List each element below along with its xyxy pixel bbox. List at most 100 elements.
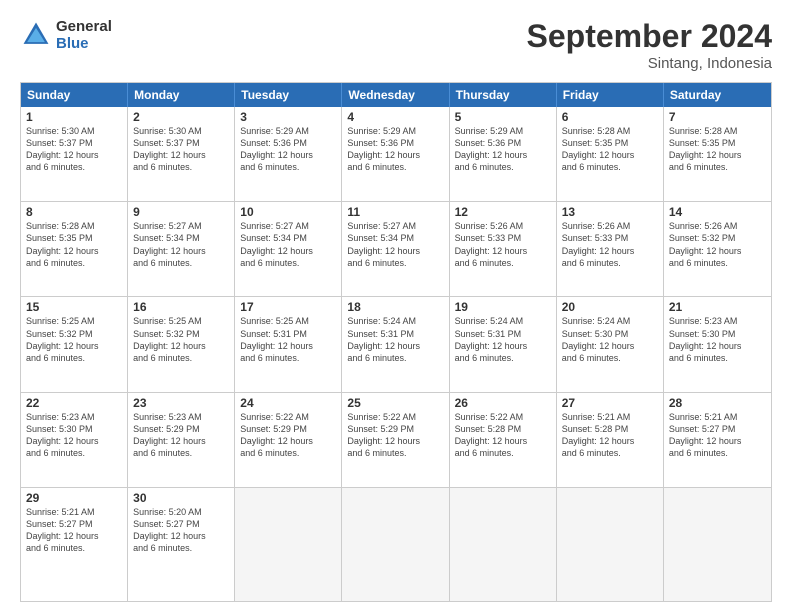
logo-text: General Blue [56, 18, 112, 52]
calendar-cell: 3Sunrise: 5:29 AMSunset: 5:36 PMDaylight… [235, 107, 342, 201]
calendar-cell [235, 488, 342, 601]
day-number: 17 [240, 300, 336, 314]
header-thursday: Thursday [450, 83, 557, 107]
day-info: Sunrise: 5:30 AMSunset: 5:37 PMDaylight:… [133, 125, 229, 174]
day-number: 2 [133, 110, 229, 124]
day-info: Sunrise: 5:22 AMSunset: 5:28 PMDaylight:… [455, 411, 551, 460]
calendar-row-4: 22Sunrise: 5:23 AMSunset: 5:30 PMDayligh… [21, 392, 771, 487]
day-number: 16 [133, 300, 229, 314]
day-number: 14 [669, 205, 766, 219]
calendar-cell: 13Sunrise: 5:26 AMSunset: 5:33 PMDayligh… [557, 202, 664, 296]
day-info: Sunrise: 5:28 AMSunset: 5:35 PMDaylight:… [26, 220, 122, 269]
calendar-cell: 17Sunrise: 5:25 AMSunset: 5:31 PMDayligh… [235, 297, 342, 391]
calendar-cell: 26Sunrise: 5:22 AMSunset: 5:28 PMDayligh… [450, 393, 557, 487]
day-info: Sunrise: 5:21 AMSunset: 5:27 PMDaylight:… [26, 506, 122, 555]
header-sunday: Sunday [21, 83, 128, 107]
header-wednesday: Wednesday [342, 83, 449, 107]
calendar-cell: 14Sunrise: 5:26 AMSunset: 5:32 PMDayligh… [664, 202, 771, 296]
calendar-cell: 11Sunrise: 5:27 AMSunset: 5:34 PMDayligh… [342, 202, 449, 296]
calendar-row-5: 29Sunrise: 5:21 AMSunset: 5:27 PMDayligh… [21, 487, 771, 601]
day-number: 26 [455, 396, 551, 410]
calendar-cell [450, 488, 557, 601]
calendar-header: Sunday Monday Tuesday Wednesday Thursday… [21, 83, 771, 107]
day-number: 15 [26, 300, 122, 314]
logo: General Blue [20, 18, 112, 52]
calendar: Sunday Monday Tuesday Wednesday Thursday… [20, 82, 772, 602]
day-info: Sunrise: 5:27 AMSunset: 5:34 PMDaylight:… [347, 220, 443, 269]
calendar-cell: 21Sunrise: 5:23 AMSunset: 5:30 PMDayligh… [664, 297, 771, 391]
logo-icon [20, 19, 52, 51]
day-number: 18 [347, 300, 443, 314]
day-info: Sunrise: 5:23 AMSunset: 5:29 PMDaylight:… [133, 411, 229, 460]
day-info: Sunrise: 5:28 AMSunset: 5:35 PMDaylight:… [669, 125, 766, 174]
day-number: 20 [562, 300, 658, 314]
calendar-body: 1Sunrise: 5:30 AMSunset: 5:37 PMDaylight… [21, 107, 771, 601]
calendar-cell: 1Sunrise: 5:30 AMSunset: 5:37 PMDaylight… [21, 107, 128, 201]
day-number: 19 [455, 300, 551, 314]
calendar-cell: 30Sunrise: 5:20 AMSunset: 5:27 PMDayligh… [128, 488, 235, 601]
day-number: 25 [347, 396, 443, 410]
calendar-cell: 8Sunrise: 5:28 AMSunset: 5:35 PMDaylight… [21, 202, 128, 296]
day-info: Sunrise: 5:23 AMSunset: 5:30 PMDaylight:… [26, 411, 122, 460]
day-number: 4 [347, 110, 443, 124]
day-info: Sunrise: 5:25 AMSunset: 5:32 PMDaylight:… [133, 315, 229, 364]
day-info: Sunrise: 5:25 AMSunset: 5:32 PMDaylight:… [26, 315, 122, 364]
day-info: Sunrise: 5:27 AMSunset: 5:34 PMDaylight:… [240, 220, 336, 269]
day-number: 9 [133, 205, 229, 219]
calendar-cell: 7Sunrise: 5:28 AMSunset: 5:35 PMDaylight… [664, 107, 771, 201]
day-info: Sunrise: 5:22 AMSunset: 5:29 PMDaylight:… [240, 411, 336, 460]
day-number: 13 [562, 205, 658, 219]
day-number: 29 [26, 491, 122, 505]
day-info: Sunrise: 5:30 AMSunset: 5:37 PMDaylight:… [26, 125, 122, 174]
calendar-cell: 12Sunrise: 5:26 AMSunset: 5:33 PMDayligh… [450, 202, 557, 296]
day-number: 8 [26, 205, 122, 219]
page: General Blue September 2024 Sintang, Ind… [0, 0, 792, 612]
day-info: Sunrise: 5:20 AMSunset: 5:27 PMDaylight:… [133, 506, 229, 555]
day-info: Sunrise: 5:21 AMSunset: 5:27 PMDaylight:… [669, 411, 766, 460]
calendar-cell: 5Sunrise: 5:29 AMSunset: 5:36 PMDaylight… [450, 107, 557, 201]
subtitle: Sintang, Indonesia [527, 55, 772, 72]
calendar-cell: 22Sunrise: 5:23 AMSunset: 5:30 PMDayligh… [21, 393, 128, 487]
calendar-cell: 15Sunrise: 5:25 AMSunset: 5:32 PMDayligh… [21, 297, 128, 391]
calendar-cell: 18Sunrise: 5:24 AMSunset: 5:31 PMDayligh… [342, 297, 449, 391]
calendar-cell: 9Sunrise: 5:27 AMSunset: 5:34 PMDaylight… [128, 202, 235, 296]
calendar-cell: 25Sunrise: 5:22 AMSunset: 5:29 PMDayligh… [342, 393, 449, 487]
day-info: Sunrise: 5:27 AMSunset: 5:34 PMDaylight:… [133, 220, 229, 269]
day-number: 24 [240, 396, 336, 410]
header: General Blue September 2024 Sintang, Ind… [20, 18, 772, 72]
day-number: 22 [26, 396, 122, 410]
day-info: Sunrise: 5:29 AMSunset: 5:36 PMDaylight:… [240, 125, 336, 174]
day-number: 21 [669, 300, 766, 314]
day-number: 3 [240, 110, 336, 124]
calendar-cell: 2Sunrise: 5:30 AMSunset: 5:37 PMDaylight… [128, 107, 235, 201]
calendar-cell: 10Sunrise: 5:27 AMSunset: 5:34 PMDayligh… [235, 202, 342, 296]
header-saturday: Saturday [664, 83, 771, 107]
title-section: September 2024 Sintang, Indonesia [527, 18, 772, 72]
calendar-cell [664, 488, 771, 601]
calendar-row-2: 8Sunrise: 5:28 AMSunset: 5:35 PMDaylight… [21, 201, 771, 296]
calendar-cell: 29Sunrise: 5:21 AMSunset: 5:27 PMDayligh… [21, 488, 128, 601]
day-number: 1 [26, 110, 122, 124]
month-title: September 2024 [527, 18, 772, 55]
calendar-cell: 4Sunrise: 5:29 AMSunset: 5:36 PMDaylight… [342, 107, 449, 201]
day-info: Sunrise: 5:26 AMSunset: 5:33 PMDaylight:… [455, 220, 551, 269]
day-info: Sunrise: 5:26 AMSunset: 5:33 PMDaylight:… [562, 220, 658, 269]
calendar-cell: 28Sunrise: 5:21 AMSunset: 5:27 PMDayligh… [664, 393, 771, 487]
day-number: 28 [669, 396, 766, 410]
calendar-row-1: 1Sunrise: 5:30 AMSunset: 5:37 PMDaylight… [21, 107, 771, 201]
day-number: 23 [133, 396, 229, 410]
day-info: Sunrise: 5:21 AMSunset: 5:28 PMDaylight:… [562, 411, 658, 460]
day-info: Sunrise: 5:24 AMSunset: 5:31 PMDaylight:… [455, 315, 551, 364]
day-number: 6 [562, 110, 658, 124]
calendar-cell: 23Sunrise: 5:23 AMSunset: 5:29 PMDayligh… [128, 393, 235, 487]
day-info: Sunrise: 5:29 AMSunset: 5:36 PMDaylight:… [347, 125, 443, 174]
calendar-cell: 16Sunrise: 5:25 AMSunset: 5:32 PMDayligh… [128, 297, 235, 391]
day-number: 12 [455, 205, 551, 219]
day-number: 27 [562, 396, 658, 410]
calendar-cell [342, 488, 449, 601]
day-info: Sunrise: 5:23 AMSunset: 5:30 PMDaylight:… [669, 315, 766, 364]
calendar-cell: 24Sunrise: 5:22 AMSunset: 5:29 PMDayligh… [235, 393, 342, 487]
calendar-cell: 6Sunrise: 5:28 AMSunset: 5:35 PMDaylight… [557, 107, 664, 201]
day-number: 11 [347, 205, 443, 219]
calendar-cell [557, 488, 664, 601]
